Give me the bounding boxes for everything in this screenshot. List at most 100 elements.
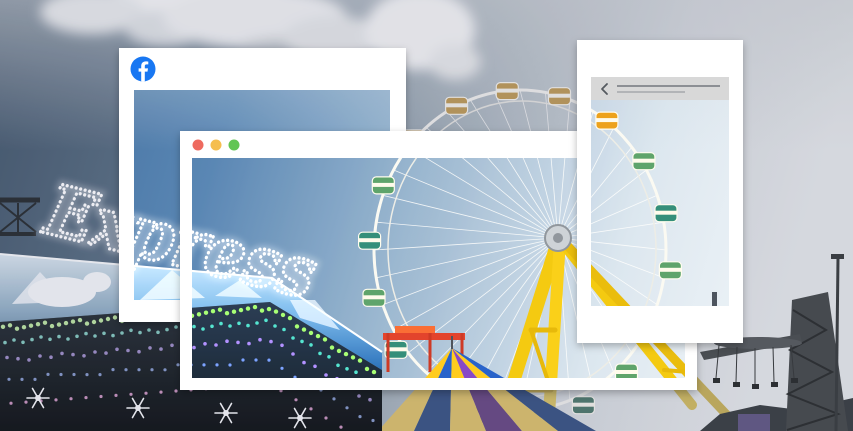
gondola [547, 87, 572, 106]
light-bulb [16, 356, 20, 361]
light-bulb [138, 330, 142, 335]
mobile-header-bar [591, 77, 729, 100]
light-bulb [129, 328, 133, 333]
snowflake-center [35, 395, 41, 401]
swing-seat [771, 382, 778, 387]
light-bulb [102, 331, 106, 336]
light-bulb [91, 319, 97, 325]
light-bulb [21, 325, 27, 330]
light-bulb [42, 320, 48, 325]
light-bulb [114, 393, 118, 397]
light-bulb [60, 351, 64, 356]
light-bulb [163, 368, 167, 372]
light-bulb [24, 400, 28, 404]
light-bulb [148, 346, 152, 350]
light-bulb [137, 349, 141, 354]
light-bulb [104, 351, 108, 355]
light-bulb [174, 389, 178, 393]
light-bulb [14, 326, 20, 331]
light-bulb [49, 323, 55, 329]
light-bulb [137, 368, 141, 372]
light-pole-lamp [831, 254, 844, 259]
light-bulb [21, 340, 25, 345]
collage-canvas: Express Express [0, 0, 853, 431]
gondola [571, 396, 596, 415]
light-bulb [82, 354, 86, 358]
light-bulb [120, 331, 124, 335]
light-bulb [156, 330, 160, 335]
mobile-header-background [591, 77, 729, 100]
light-bulb [345, 406, 349, 410]
gondola-band [572, 402, 595, 407]
close-window-button[interactable] [192, 139, 204, 151]
gondola [445, 96, 469, 115]
swing-seat [733, 382, 740, 387]
maximize-window-button[interactable] [228, 139, 240, 151]
light-bulb [7, 377, 11, 381]
light-bulb [159, 390, 163, 394]
light-bulb [332, 397, 336, 401]
window-controls [192, 139, 240, 151]
light-bulb [33, 377, 37, 381]
light-bulb [309, 407, 313, 411]
light-bulb [126, 348, 130, 353]
light-bulb [98, 318, 104, 323]
light-bulb [46, 372, 50, 376]
light-bulb [59, 372, 63, 377]
light-bulb [93, 334, 97, 338]
light-bulb [84, 321, 90, 326]
light-bulb [115, 347, 119, 352]
ride-booth [738, 414, 770, 431]
light-bulb [358, 415, 362, 419]
light-bulb [0, 324, 6, 329]
light-bulb [174, 325, 178, 329]
light-bulb [56, 322, 62, 327]
light-bulb [30, 337, 34, 342]
light-bulb [357, 394, 361, 398]
light-bulb [28, 323, 34, 328]
light-bulb [371, 418, 375, 423]
snowflake-center [297, 415, 303, 421]
light-bulb [9, 401, 13, 405]
light-bulb [75, 334, 79, 339]
light-bulb [339, 425, 343, 429]
light-bulb [105, 316, 111, 322]
light-bulb [129, 392, 133, 396]
light-bulb [111, 368, 115, 372]
swing-seat [713, 378, 720, 383]
light-bulb [72, 372, 76, 377]
light-bulb [27, 358, 31, 362]
light-bulb [35, 322, 41, 327]
light-bulb [159, 347, 163, 351]
light-bulb [3, 340, 7, 345]
light-bulb [165, 327, 169, 332]
swing-seat [791, 378, 798, 383]
minimize-window-button[interactable] [210, 139, 222, 151]
light-bulb [85, 373, 89, 377]
light-bulb [170, 343, 174, 348]
gondola-band [548, 93, 571, 98]
light-bulb [294, 398, 298, 402]
polar-bear-head [83, 272, 111, 292]
light-bulb [84, 396, 88, 400]
light-bulb [70, 319, 76, 324]
light-bulb [71, 352, 75, 357]
light-bulb [57, 334, 61, 339]
light-bulb [20, 377, 24, 381]
light-bulb [38, 354, 42, 358]
light-bulb [63, 320, 69, 326]
light-bulb [12, 338, 16, 342]
light-bulb [144, 391, 148, 395]
light-bulb [98, 373, 102, 377]
light-bulb [7, 323, 13, 328]
gondola-band [496, 88, 519, 93]
light-bulb [112, 315, 118, 320]
light-bulb [111, 333, 115, 338]
light-bulb [5, 355, 9, 360]
gondola-band [445, 103, 468, 108]
light-bulb [49, 355, 53, 360]
snowflake-center [135, 405, 141, 411]
light-bulb [324, 416, 328, 420]
light-bulb [48, 337, 52, 342]
light-bulb [69, 397, 73, 401]
